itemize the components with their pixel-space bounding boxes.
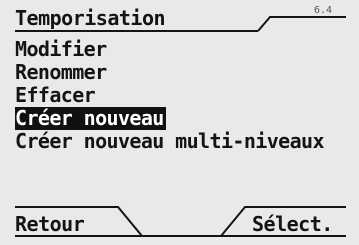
menu-item-label-selected: Créer nouveau xyxy=(15,106,166,130)
menu-item-creer-nouveau-multi-niveaux[interactable]: Créer nouveau multi-niveaux xyxy=(15,130,326,153)
menu-item-label: Créer nouveau multi-niveaux xyxy=(15,129,325,153)
menu-item-renommer[interactable]: Renommer xyxy=(15,61,326,84)
menu-item-creer-nouveau[interactable]: Créer nouveau xyxy=(15,107,326,130)
page-indicator: 6.4 xyxy=(314,5,333,16)
select-softkey[interactable]: Sélect. xyxy=(252,212,333,236)
menu-item-effacer[interactable]: Effacer xyxy=(15,84,326,107)
menu-item-label: Modifier xyxy=(15,37,107,61)
menu-item-label: Effacer xyxy=(15,83,96,107)
lcd-screen: Temporisation 6.4 Modifier Renommer Effa… xyxy=(0,0,359,245)
back-softkey[interactable]: Retour xyxy=(15,212,85,236)
header-tab-line xyxy=(257,16,346,32)
menu-item-label: Renommer xyxy=(15,60,107,84)
menu-list: Modifier Renommer Effacer Créer nouveau … xyxy=(15,38,326,153)
screen-title: Temporisation xyxy=(15,6,166,30)
menu-item-modifier[interactable]: Modifier xyxy=(15,38,326,61)
